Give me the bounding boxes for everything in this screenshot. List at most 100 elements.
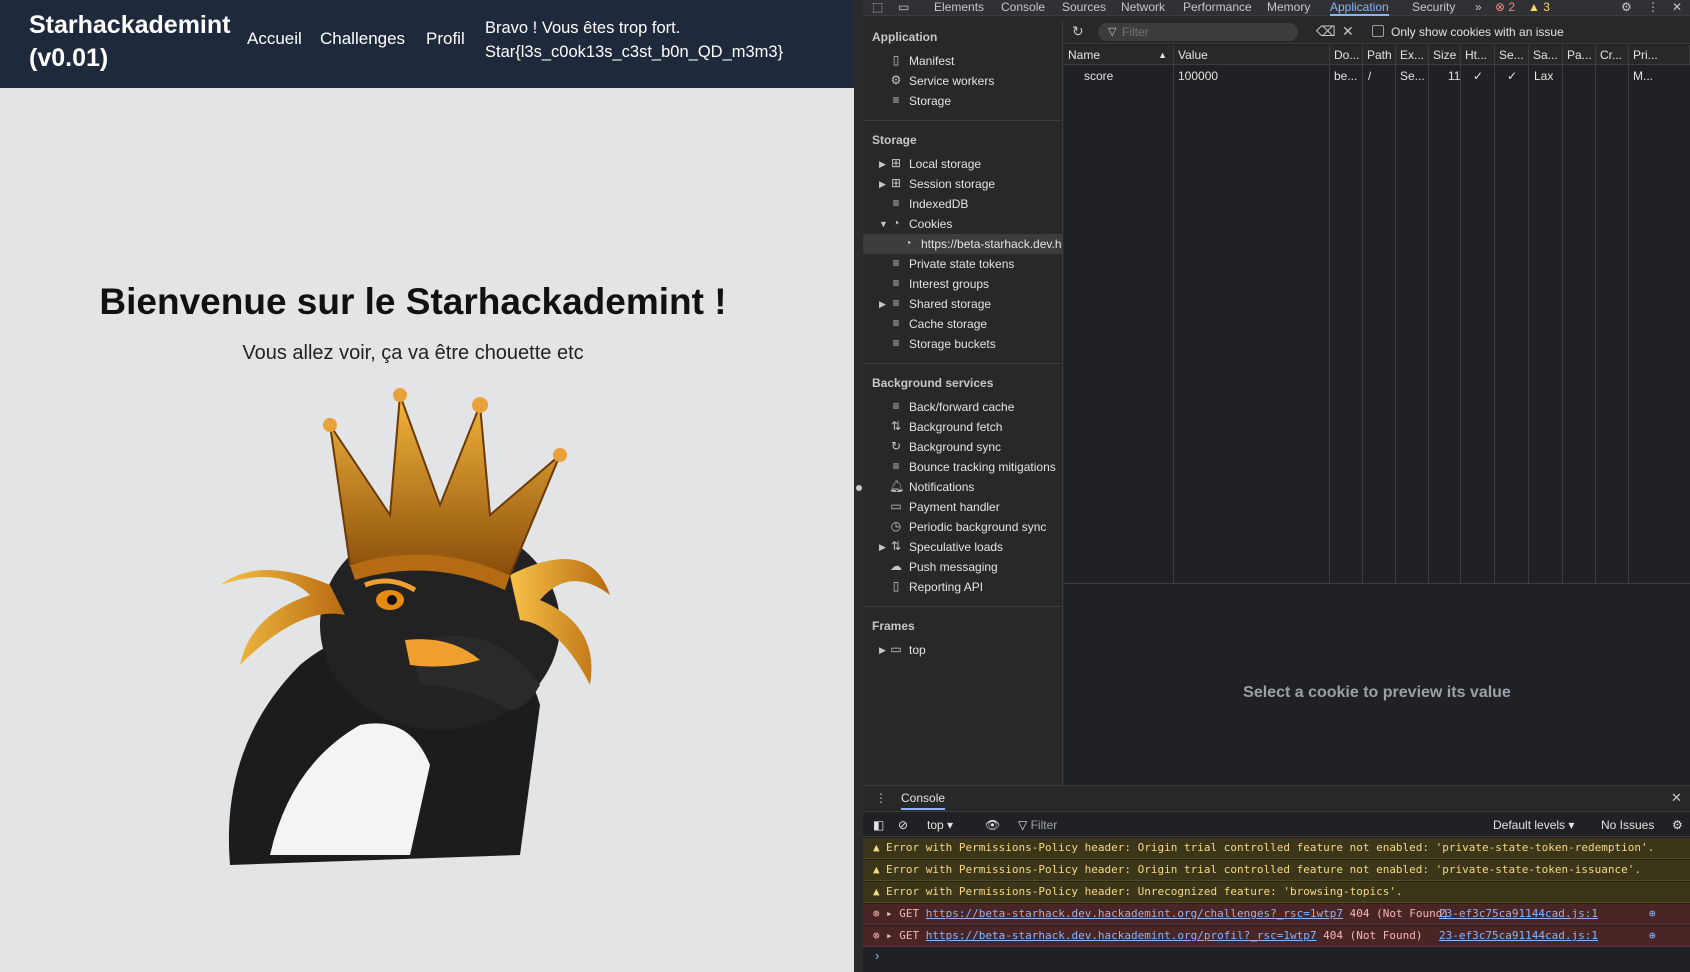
expand-triangle-icon[interactable]: ▶ bbox=[879, 174, 886, 194]
nav-challenges-link[interactable]: Challenges bbox=[320, 29, 405, 49]
tab-elements[interactable]: Elements bbox=[934, 0, 984, 14]
sidebar-item-storage-buckets[interactable]: ≡ Storage buckets bbox=[863, 334, 1063, 354]
only-issues-checkbox[interactable] bbox=[1372, 25, 1384, 37]
site-brand[interactable]: Starhackademint (v0.01) bbox=[29, 9, 230, 75]
sidebar-item-periodic-sync[interactable]: ◷ Periodic background sync bbox=[863, 517, 1063, 537]
sidebar-item-speculative-loads[interactable]: ▶ ⇅ Speculative loads bbox=[863, 537, 1063, 557]
clear-all-cookies-icon[interactable]: ⌫ bbox=[1316, 23, 1336, 39]
column-header-priority[interactable]: Pri... bbox=[1629, 45, 1690, 65]
sidebar-item-background-sync[interactable]: ↻ Background sync bbox=[863, 437, 1063, 457]
source-location-link[interactable]: 23-ef3c75ca91144cad.js:1 bbox=[1439, 926, 1598, 946]
network-globe-icon[interactable]: ⊕ bbox=[1649, 926, 1656, 946]
sidebar-item-session-storage[interactable]: ▶ ⊞ Session storage bbox=[863, 174, 1063, 194]
column-header-expires[interactable]: Ex... bbox=[1396, 45, 1429, 65]
fetch-arrows-icon: ⇅ bbox=[890, 419, 902, 433]
sidebar-item-payment-handler[interactable]: ▭ Payment handler bbox=[863, 497, 1063, 517]
column-header-domain[interactable]: Do... bbox=[1330, 45, 1363, 65]
column-header-httponly[interactable]: Ht... bbox=[1461, 45, 1495, 65]
error-count: 2 bbox=[1508, 0, 1516, 14]
column-header-value[interactable]: Value bbox=[1174, 45, 1330, 65]
drawer-tab-console[interactable]: Console bbox=[901, 791, 946, 810]
tab-console[interactable]: Console bbox=[1001, 0, 1045, 14]
cookie-expires-cell: Se... bbox=[1400, 69, 1425, 83]
close-devtools-icon[interactable]: ✕ bbox=[1672, 0, 1682, 14]
tab-memory[interactable]: Memory bbox=[1267, 0, 1310, 14]
clock-icon: ◷ bbox=[890, 519, 902, 533]
sidebar-item-interest-groups[interactable]: ≡ Interest groups bbox=[863, 274, 1063, 294]
settings-gear-icon[interactable]: ⚙ bbox=[1621, 0, 1632, 14]
nav-profil-link[interactable]: Profil bbox=[426, 29, 465, 49]
column-header-size[interactable]: Size bbox=[1429, 45, 1461, 65]
console-settings-gear-icon[interactable]: ⚙ bbox=[1672, 817, 1683, 833]
expand-triangle-icon[interactable]: ▶ bbox=[879, 294, 886, 314]
sidebar-item-background-fetch[interactable]: ⇅ Background fetch bbox=[863, 417, 1063, 437]
cookie-samesite-cell: Lax bbox=[1534, 69, 1554, 83]
console-prompt-chevron-icon[interactable]: › bbox=[875, 948, 879, 963]
sidebar-item-bounce-tracking[interactable]: ≡ Bounce tracking mitigations bbox=[863, 457, 1063, 477]
console-error-message[interactable]: ⊗ ▸ GET https://beta-starhack.dev.hackad… bbox=[863, 904, 1690, 925]
column-header-samesite[interactable]: Sa... bbox=[1529, 45, 1563, 65]
column-header-cross-site[interactable]: Cr... bbox=[1596, 45, 1629, 65]
database-icon: ≡ bbox=[892, 196, 900, 210]
sidebar-item-service-workers[interactable]: ⚙ Service workers bbox=[863, 71, 1063, 91]
network-globe-icon[interactable]: ⊕ bbox=[1649, 904, 1656, 924]
device-toolbar-icon[interactable]: ▭ bbox=[898, 0, 909, 14]
sidebar-toggle-icon[interactable]: ◧ bbox=[873, 817, 884, 833]
gears-icon: ⚙ bbox=[890, 73, 902, 87]
dropdown-arrow-icon: ▾ bbox=[947, 818, 954, 832]
delete-selected-icon[interactable]: ✕ bbox=[1342, 23, 1354, 39]
expand-triangle-icon[interactable]: ▶ bbox=[879, 640, 886, 660]
tab-security[interactable]: Security bbox=[1412, 0, 1455, 14]
refresh-icon[interactable]: ↻ bbox=[1072, 23, 1084, 39]
warning-count-badge[interactable]: ▲ 3 bbox=[1528, 0, 1550, 14]
sidebar-item-cache-storage[interactable]: ≡ Cache storage bbox=[863, 314, 1063, 334]
console-error-message[interactable]: ⊗ ▸ GET https://beta-starhack.dev.hackad… bbox=[863, 926, 1690, 947]
inspect-element-icon[interactable]: ⬚ bbox=[872, 0, 883, 14]
devtools-panel: ⬚ ▭ Elements Console Sources Network Per… bbox=[863, 0, 1690, 972]
sidebar-item-back-forward-cache[interactable]: ≡ Back/forward cache bbox=[863, 397, 1063, 417]
tab-network[interactable]: Network bbox=[1121, 0, 1165, 14]
more-tabs-icon[interactable]: » bbox=[1475, 0, 1482, 14]
clear-console-icon[interactable]: ⊘ bbox=[898, 817, 908, 833]
section-frames: Frames bbox=[872, 619, 915, 633]
sidebar-item-notifications[interactable]: 🔔︎ Notifications bbox=[863, 477, 1063, 497]
tab-performance[interactable]: Performance bbox=[1183, 0, 1252, 14]
request-url-link[interactable]: https://beta-starhack.dev.hackademint.or… bbox=[926, 907, 1343, 920]
close-drawer-icon[interactable]: ✕ bbox=[1671, 790, 1682, 806]
request-url-link[interactable]: https://beta-starhack.dev.hackademint.or… bbox=[926, 929, 1317, 942]
sidebar-item-cookies[interactable]: ▼ ◔ Cookies bbox=[863, 214, 1063, 234]
cookie-preview-placeholder: Select a cookie to preview its value bbox=[1243, 684, 1511, 701]
tab-sources[interactable]: Sources bbox=[1062, 0, 1106, 14]
sidebar-item-indexeddb[interactable]: ≡ IndexedDB bbox=[863, 194, 1063, 214]
collapse-triangle-icon[interactable]: ▼ bbox=[879, 214, 888, 234]
sidebar-item-local-storage[interactable]: ▶ ⊞ Local storage bbox=[863, 154, 1063, 174]
customize-menu-icon[interactable]: ⋮ bbox=[1647, 0, 1659, 14]
sidebar-item-manifest[interactable]: ▯ Manifest bbox=[863, 51, 1063, 71]
column-header-secure[interactable]: Se... bbox=[1495, 45, 1529, 65]
sidebar-item-reporting-api[interactable]: ▯ Reporting API bbox=[863, 577, 1063, 597]
sidebar-item-private-state-tokens[interactable]: ≡ Private state tokens bbox=[863, 254, 1063, 274]
cookie-filter-input[interactable] bbox=[1098, 23, 1298, 41]
column-header-path[interactable]: Path bbox=[1363, 45, 1396, 65]
console-filter-input[interactable]: ▽ Filter bbox=[1018, 817, 1057, 833]
error-count-badge[interactable]: ⊗ 2 bbox=[1495, 0, 1515, 14]
issues-counter[interactable]: No Issues bbox=[1601, 817, 1654, 833]
nav-accueil-link[interactable]: Accueil bbox=[247, 29, 302, 49]
column-header-partition-key[interactable]: Pa... bbox=[1563, 45, 1596, 65]
sidebar-item-push-messaging[interactable]: ☁ Push messaging bbox=[863, 557, 1063, 577]
context-selector[interactable]: top ▾ bbox=[927, 817, 953, 833]
log-levels-dropdown[interactable]: Default levels ▾ bbox=[1493, 817, 1574, 833]
sidebar-item-cookie-origin[interactable]: ◔ https://beta-starhack.dev.h bbox=[863, 234, 1063, 254]
sidebar-item-storage[interactable]: ≡ Storage bbox=[863, 91, 1063, 111]
tab-application[interactable]: Application bbox=[1330, 0, 1389, 16]
expand-triangle-icon[interactable]: ▶ bbox=[879, 154, 886, 174]
warning-icon: ▲ bbox=[873, 885, 880, 898]
console-warning-message: ▲ Error with Permissions-Policy header: … bbox=[863, 860, 1690, 881]
source-location-link[interactable]: 23-ef3c75ca91144cad.js:1 bbox=[1439, 904, 1598, 924]
drawer-menu-icon[interactable]: ⋮ bbox=[875, 791, 887, 805]
expand-triangle-icon[interactable]: ▶ bbox=[879, 537, 886, 557]
live-expression-eye-icon[interactable]: 👁︎ bbox=[985, 817, 1000, 833]
column-header-name[interactable]: Name ▲ bbox=[1064, 45, 1174, 65]
sidebar-item-shared-storage[interactable]: ▶ ≡ Shared storage bbox=[863, 294, 1063, 314]
sidebar-item-frame-top[interactable]: ▶ ▭ top bbox=[863, 640, 1063, 660]
